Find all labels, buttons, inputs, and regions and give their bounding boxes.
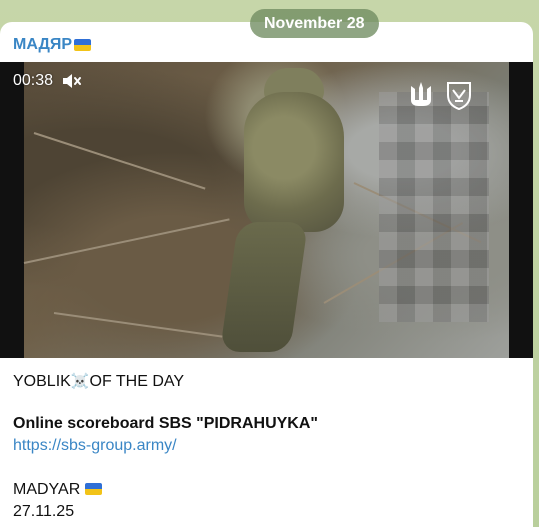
date-separator: November 28 [250,9,379,38]
speaker-muted-icon[interactable] [61,72,82,90]
soldier-legs [219,222,309,352]
video-duration: 00:38 [13,72,54,89]
unit-shield-emblem-icon [446,80,472,111]
pixelated-area [379,92,489,322]
signature-line: MADYAR [13,480,102,500]
ukraine-flag-icon [84,483,102,495]
channel-name[interactable]: МАДЯР [13,36,92,54]
message-date: 27.11.25 [13,503,75,520]
video-overlay: 00:38 [13,72,82,90]
signature-text: MADYAR [13,481,81,498]
video-frame [23,62,509,358]
skull-crossbones-icon: ☠️ [70,373,90,390]
message-bubble[interactable]: МАДЯР 00:38 YOBLIK☠️OF THE DAY Online sc… [0,22,533,527]
channel-name-label: МАДЯР [13,36,73,53]
soldier-figure [244,92,344,232]
sbs-link[interactable]: https://sbs-group.army/ [13,436,177,456]
title-text-b: OF THE DAY [89,373,185,390]
message-line-title: YOBLIK☠️OF THE DAY [13,372,184,392]
video-player[interactable]: 00:38 [0,62,533,358]
title-text-a: YOBLIK [13,373,71,390]
scoreboard-heading: Online scoreboard SBS "PIDRAHUYKA" [13,415,318,432]
trident-emblem-icon [408,80,434,110]
ukraine-flag-icon [74,39,92,51]
